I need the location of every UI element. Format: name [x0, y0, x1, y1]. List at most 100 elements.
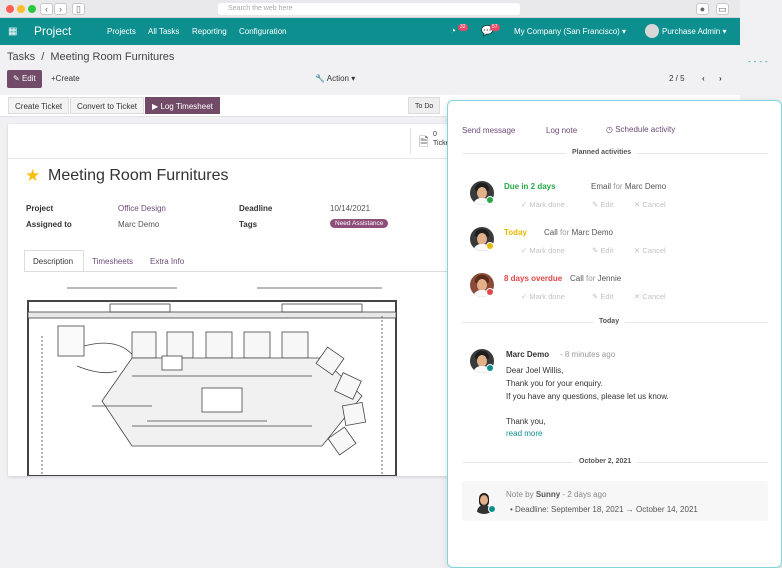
pager-next-icon[interactable]: ›	[713, 70, 728, 88]
download-icon[interactable]: ●	[696, 3, 709, 15]
mark-done-label: Mark done	[529, 200, 565, 209]
edit-button[interactable]: ✎ Edit	[7, 70, 42, 88]
user-avatar[interactable]	[645, 24, 659, 38]
document-icon: 🗎	[419, 135, 429, 149]
message-author: Marc Demo	[506, 350, 550, 359]
date-label: October 2, 2021	[573, 458, 638, 465]
mark-done-label: Mark done	[529, 246, 565, 255]
action-button[interactable]: 🔧 Action ▾	[309, 70, 361, 88]
schedule-activity-label: Schedule activity	[615, 125, 676, 134]
pager-previous-icon[interactable]: ‹	[696, 70, 711, 88]
project-label: Project	[26, 204, 54, 213]
clock-icon: ◷	[606, 125, 613, 134]
menu-configuration[interactable]: Configuration	[239, 18, 287, 45]
note-prefix: Note by	[506, 490, 534, 499]
assigned-value[interactable]: Marc Demo	[118, 220, 159, 229]
tab-description-label[interactable]: Description	[33, 257, 73, 266]
tab-timesheets[interactable]: Timesheets	[92, 257, 133, 266]
cancel-activity-button[interactable]: ✕ Cancel	[634, 246, 666, 255]
send-message-button[interactable]: Send message	[462, 126, 515, 135]
breadcrumb-tasks[interactable]: Tasks	[7, 51, 35, 63]
activity-for: for	[613, 182, 623, 191]
edit-activity-button[interactable]: ✎ Edit	[592, 292, 613, 301]
forward-icon[interactable]: ›	[54, 3, 67, 15]
activity-person: Jennie	[597, 274, 622, 283]
menu-reporting[interactable]: Reporting	[192, 18, 227, 45]
create-button[interactable]: +Create	[45, 70, 86, 88]
address-bar[interactable]: Search the web here	[218, 3, 520, 15]
cancel-activity-button[interactable]: ✕ Cancel	[634, 292, 666, 301]
create-label: Create	[55, 74, 80, 83]
sidebar-toggle-icon[interactable]: ▯	[72, 3, 85, 15]
wrench-icon: 🔧	[315, 74, 325, 83]
tag-badge[interactable]: Need Assistance	[330, 219, 389, 228]
apps-menu-icon[interactable]: ▦	[8, 18, 17, 45]
mark-done-label: Mark done	[529, 292, 565, 301]
cancel-activity-label: Cancel	[642, 200, 666, 209]
status-dot	[486, 288, 494, 296]
pencil-icon: ✎	[13, 74, 20, 83]
log-timesheet-label: Log Timesheet	[160, 102, 213, 111]
today-label: Today	[593, 318, 626, 325]
project-value[interactable]: Office Design	[118, 204, 166, 213]
tickets-count: 0	[433, 131, 437, 138]
menu-projects[interactable]: Projects	[107, 18, 136, 45]
note-change-new: October 14, 2021	[636, 505, 698, 514]
note-change: • Deadline: September 18, 2021 → October…	[510, 505, 698, 514]
planned-activities-header: Planned activities	[566, 149, 638, 156]
activity-summary: Call for Jennie	[570, 274, 621, 283]
edit-activity-button[interactable]: ✎ Edit	[592, 200, 613, 209]
user-menu[interactable]: Purchase Admin ▾	[662, 18, 727, 45]
note-card	[462, 481, 768, 521]
log-timesheet-button[interactable]: ▶ Log Timesheet	[145, 97, 220, 114]
back-icon[interactable]: ‹	[40, 3, 53, 15]
cancel-activity-label: Cancel	[642, 246, 666, 255]
floor-plan-image	[27, 287, 397, 476]
arrow-icon: →	[625, 505, 634, 514]
messages-icon[interactable]: 💬	[481, 18, 493, 45]
schedule-activity-button[interactable]: ◷ Schedule activity	[606, 125, 675, 134]
tab-extra-info[interactable]: Extra Info	[150, 257, 184, 266]
close-window-icon[interactable]	[6, 5, 14, 13]
company-name: My Company (San Francisco)	[514, 27, 620, 36]
note-time: - 2 days ago	[562, 490, 607, 499]
deadline-value[interactable]: 10/14/2021	[330, 204, 370, 213]
activity-type: Email	[591, 182, 612, 191]
activity-status: Due in 2 days	[504, 182, 556, 191]
breadcrumb-current: Meeting Room Furnitures	[50, 51, 175, 63]
company-switcher[interactable]: My Company (San Francisco) ▾	[514, 18, 626, 45]
divider	[8, 158, 478, 159]
mark-done-button[interactable]: ✓ Mark done	[521, 246, 565, 255]
note-header: Note by Sunny - 2 days ago	[506, 490, 607, 499]
activity-type: Call	[570, 274, 584, 283]
read-more-link[interactable]: read more	[506, 429, 542, 438]
log-note-button[interactable]: Log note	[546, 126, 577, 135]
mark-done-button[interactable]: ✓ Mark done	[521, 200, 565, 209]
user-name: Purchase Admin	[662, 27, 721, 36]
edit-activity-button[interactable]: ✎ Edit	[592, 246, 613, 255]
browser-toolbar: ‹ › ▯ Search the web here ● ▭	[0, 0, 740, 18]
app-name[interactable]: Project	[34, 18, 71, 45]
convert-ticket-button[interactable]: Convert to Ticket	[70, 97, 145, 114]
mark-done-button[interactable]: ✓ Mark done	[521, 292, 565, 301]
activity-icon[interactable]: ◔	[450, 18, 456, 45]
message-time: - 8 minutes ago	[560, 350, 616, 359]
stage-to-do[interactable]: To Do	[408, 97, 441, 114]
task-form-sheet: 🗎 0 Tickets ★ Meeting Room Furnitures Pr…	[8, 124, 478, 476]
note-change-old: Deadline: September 18, 2021	[515, 505, 624, 514]
activity-summary: Call for Marc Demo	[544, 228, 613, 237]
menu-all-tasks[interactable]: All Tasks	[148, 18, 179, 45]
cancel-activity-button[interactable]: ✕ Cancel	[634, 200, 666, 209]
breadcrumb-separator: /	[41, 51, 45, 63]
minimize-window-icon[interactable]	[17, 5, 25, 13]
priority-star-icon[interactable]: ★	[25, 166, 40, 186]
activity-status: Today	[504, 228, 527, 237]
new-tab-icon[interactable]: ▭	[716, 3, 729, 15]
maximize-window-icon[interactable]	[28, 5, 36, 13]
edit-label: Edit	[21, 74, 36, 83]
online-status-dot	[488, 505, 496, 513]
create-ticket-button[interactable]: Create Ticket	[8, 97, 70, 114]
task-title[interactable]: Meeting Room Furnitures	[48, 167, 229, 185]
activity-person: Marc Demo	[624, 182, 667, 191]
activity-count-badge: 32	[458, 24, 468, 31]
